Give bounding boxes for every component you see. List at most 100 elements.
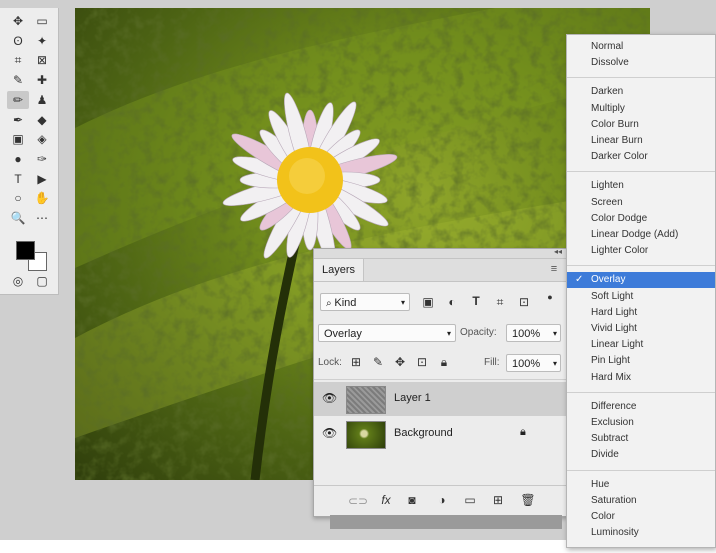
shape-icon[interactable]: ○ — [7, 189, 29, 207]
crop-icon[interactable]: ⌗ — [7, 51, 29, 69]
fill-label: Fill: — [484, 357, 500, 368]
smartobject-filter-icon[interactable]: ⊡ — [516, 295, 532, 309]
layer-name[interactable]: Layer 1 — [394, 392, 431, 404]
blend-mode-option[interactable]: Color — [567, 509, 715, 525]
blend-mode-option[interactable]: Hard Mix — [567, 370, 715, 386]
collapse-icon[interactable]: ◂◂ — [554, 247, 562, 256]
layers-bottom-bar: ⊂⊃ fx ◙ ◑ ▭ ⊞ 🗑︎ — [314, 485, 567, 516]
blend-mode-option[interactable]: Multiply — [567, 101, 715, 117]
healing-icon[interactable]: ✚ — [31, 71, 53, 89]
blend-mode-option[interactable]: Vivid Light — [567, 321, 715, 337]
blend-mode-option[interactable]: Normal — [567, 39, 715, 55]
frame-icon[interactable]: ⊠ — [31, 51, 53, 69]
gradient-icon[interactable]: ▣ — [7, 130, 29, 148]
move-icon[interactable]: ✥ — [7, 12, 29, 30]
layer-row-layer-1[interactable]: 👁︎ Layer 1 — [314, 382, 567, 416]
filter-kind-select[interactable]: ⌕ Kind ▾ — [320, 293, 410, 311]
new-layer-icon[interactable]: ⊞ — [490, 493, 506, 507]
foreground-color-swatch[interactable] — [16, 241, 35, 260]
blend-mode-option[interactable]: Soft Light — [567, 289, 715, 305]
marquee-icon[interactable]: ▭ — [31, 12, 53, 30]
paint-bucket-icon[interactable]: ◈ — [31, 130, 53, 148]
blend-mode-option[interactable]: Luminosity — [567, 525, 715, 541]
blend-mode-option[interactable]: Difference — [567, 399, 715, 415]
layer-row-background[interactable]: 👁︎ Background 🔒︎ — [314, 417, 567, 451]
menu-separator — [567, 469, 715, 471]
quickmask-icon[interactable]: ◎ — [7, 272, 29, 290]
hand-icon[interactable]: ✋ — [31, 189, 53, 207]
blend-mode-option[interactable]: Color Dodge — [567, 211, 715, 227]
pen-icon[interactable]: ✑ — [31, 150, 53, 168]
fill-input[interactable]: 100% ▾ — [506, 354, 561, 372]
blend-mode-option[interactable]: Lighten — [567, 178, 715, 194]
link-icon[interactable]: ⊂⊃ — [348, 494, 368, 508]
lock-transparent-icon[interactable]: ⊞ — [348, 355, 364, 369]
blend-mode-option[interactable]: Exclusion — [567, 415, 715, 431]
blend-mode-select[interactable]: Overlay ▾ — [318, 324, 456, 342]
opacity-input[interactable]: 100% ▾ — [506, 324, 561, 342]
screenmode-icon[interactable]: ▢ — [31, 272, 53, 290]
eyedropper-icon[interactable]: ✎ — [7, 71, 29, 89]
visibility-eye-icon[interactable]: 👁︎ — [322, 426, 337, 440]
shape-filter-icon[interactable]: ⌗ — [492, 295, 508, 310]
type-icon[interactable]: T — [7, 170, 29, 188]
lock-all-icon[interactable]: 🔒︎ — [436, 355, 452, 370]
folder-icon[interactable]: ▭ — [462, 493, 478, 507]
blur-icon[interactable]: ● — [7, 150, 29, 168]
magic-wand-icon[interactable]: ✦ — [31, 32, 53, 50]
path-select-icon[interactable]: ▶ — [31, 170, 53, 188]
zoom-icon[interactable]: 🔍 — [7, 209, 29, 227]
blend-mode-menu: Normal Dissolve Darken Multiply Color Burn Li… — [566, 34, 716, 548]
blend-mode-option[interactable]: Linear Burn — [567, 133, 715, 149]
blend-mode-option[interactable]: Pin Light — [567, 353, 715, 369]
chevron-down-icon: ▾ — [400, 298, 405, 307]
blend-mode-option-label: Overlay — [591, 274, 626, 286]
blend-mode-option[interactable]: Linear Dodge (Add) — [567, 227, 715, 243]
blend-mode-option[interactable]: Subtract — [567, 431, 715, 447]
blend-mode-option[interactable]: Lighter Color — [567, 243, 715, 259]
panel-menu-icon[interactable]: ≡ — [547, 263, 561, 276]
blend-mode-option[interactable]: Hard Light — [567, 305, 715, 321]
blend-mode-option[interactable]: Saturation — [567, 493, 715, 509]
brush-icon[interactable]: ✏ — [7, 90, 29, 109]
blend-mode-option-label: Linear Burn — [591, 135, 643, 146]
blend-mode-option[interactable]: Darker Color — [567, 149, 715, 165]
panel-header[interactable]: ◂◂ — [314, 247, 567, 259]
layer-thumbnail — [346, 386, 386, 414]
lock-position-icon[interactable]: ✥ — [392, 355, 408, 369]
checkmark-icon: ✓ — [575, 274, 584, 286]
blend-mode-option-label: Lighten — [591, 180, 624, 192]
eraser-icon[interactable]: ◆ — [31, 111, 53, 129]
blend-mode-option-label: Difference — [591, 400, 637, 412]
stamp-icon[interactable]: ♟ — [31, 91, 53, 109]
blend-mode-option[interactable]: Hue — [567, 477, 715, 493]
layer-name[interactable]: Background — [394, 427, 453, 439]
mask-icon[interactable]: ◙ — [404, 493, 420, 507]
blend-mode-option[interactable]: Dissolve — [567, 55, 715, 71]
blend-mode-option[interactable]: ✓ Overlay — [567, 272, 715, 289]
lock-paint-icon[interactable]: ✎ — [370, 355, 386, 369]
filter-toggle-icon[interactable]: ● — [542, 292, 558, 302]
lock-artboard-icon[interactable]: ⊡ — [414, 355, 430, 369]
adjustment-icon[interactable]: ◑ — [434, 493, 450, 507]
lasso-icon[interactable]: ʘ — [7, 32, 29, 50]
pixel-filter-icon[interactable]: ▣ — [420, 295, 436, 309]
blend-mode-option[interactable]: Divide — [567, 447, 715, 463]
blend-mode-option[interactable]: Linear Light — [567, 337, 715, 353]
blend-mode-option[interactable]: Color Burn — [567, 117, 715, 133]
layers-panel: ◂◂ Layers ≡ ⌕ Kind ▾ ▣ ◐ T ⌗ ⊡ ● Overlay… — [313, 247, 568, 517]
trash-icon[interactable]: 🗑︎ — [520, 493, 536, 507]
lock-label: Lock: — [318, 357, 342, 368]
history-brush-icon[interactable]: ✒ — [7, 111, 29, 129]
blend-mode-option[interactable]: Screen — [567, 195, 715, 211]
blend-mode-option[interactable]: Darken — [567, 84, 715, 100]
more-icon[interactable]: ⋯ — [31, 209, 53, 227]
adjustment-filter-icon[interactable]: ◐ — [444, 295, 460, 309]
visibility-eye-icon[interactable]: 👁︎ — [322, 391, 337, 405]
fx-icon[interactable]: fx — [378, 493, 394, 507]
layer-thumbnail — [346, 421, 386, 449]
menu-separator — [567, 265, 715, 267]
menu-separator — [567, 77, 715, 79]
tab-layers[interactable]: Layers — [314, 259, 365, 281]
type-filter-icon[interactable]: T — [468, 294, 484, 308]
